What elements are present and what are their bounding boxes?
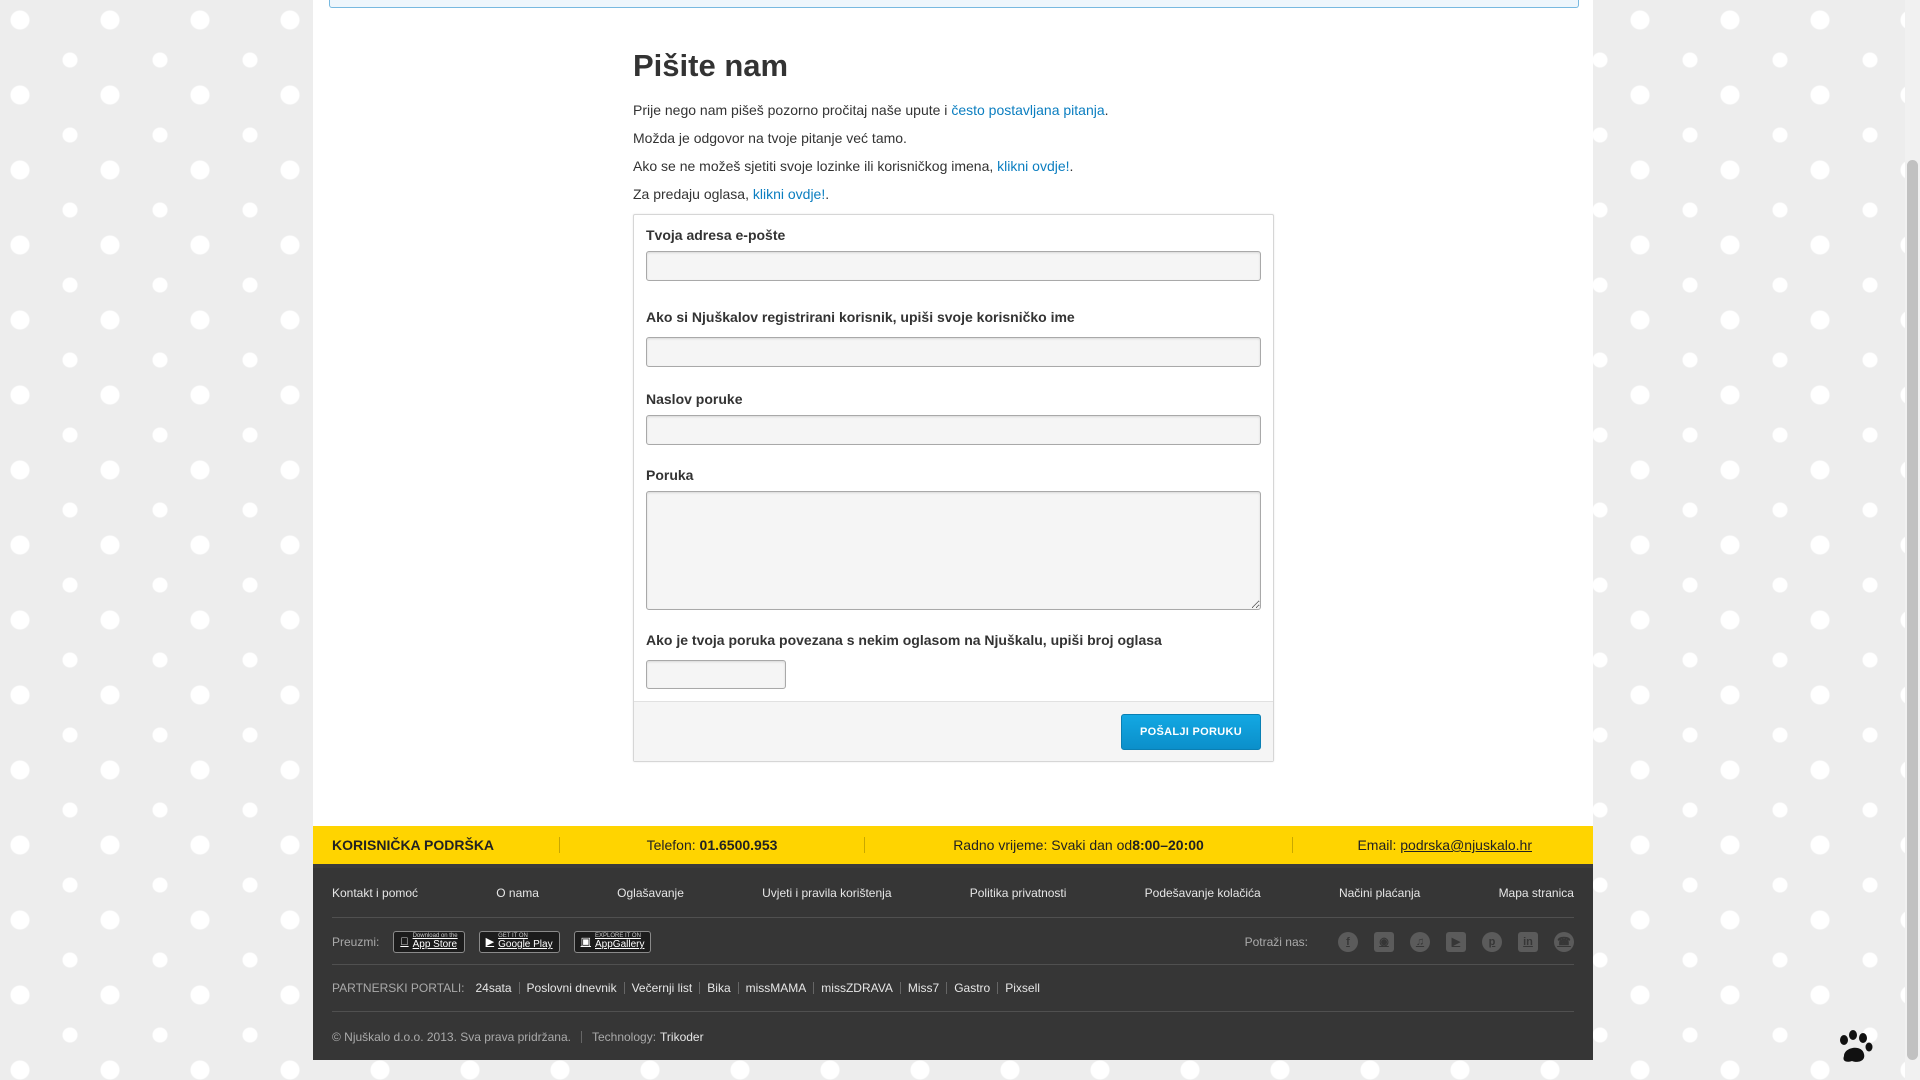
support-email-link[interactable]: podrska@njuskalo.hr	[1400, 837, 1532, 853]
partner-link-bika[interactable]: Bika	[699, 982, 737, 994]
partner-link-24sata[interactable]: 24sata	[468, 982, 518, 994]
technology-link[interactable]: Trikoder	[660, 1030, 704, 1044]
password-recovery-link[interactable]: klikni ovdje!	[997, 158, 1069, 174]
subject-field[interactable]	[646, 415, 1261, 445]
technology-label: Technology:	[591, 1029, 657, 1044]
partner-link-poslovni-dnevnik[interactable]: Poslovni dnevnik	[518, 982, 624, 994]
info-line-password: Ako se ne možeš sjetiti svoje lozinke il…	[633, 158, 1273, 174]
info-text-3: Ako se ne možeš sjetiti svoje lozinke il…	[633, 158, 998, 174]
footer-link-payment[interactable]: Načini plaćanja	[1339, 886, 1420, 900]
form-footer: POŠALJI PORUKU	[634, 701, 1273, 761]
footer-link-cookies[interactable]: Podešavanje kolačića	[1145, 886, 1261, 900]
facebook-icon[interactable]: f	[1338, 931, 1358, 952]
email-contact-label: Email:	[1357, 837, 1397, 853]
viber-icon[interactable]: ☎	[1554, 931, 1574, 952]
partner-link-miss7[interactable]: Miss7	[899, 982, 946, 994]
appgallery-icon: ▣	[572, 936, 591, 948]
username-field[interactable]	[646, 337, 1261, 367]
google-play-badge[interactable]: ▶ GET IT ON Google Play	[478, 930, 560, 953]
contact-form: Tvoja adresa e-pošte Ako si Njuškalov re…	[633, 214, 1274, 762]
support-phone-cell: Telefon: 01.6500.953	[560, 837, 864, 853]
download-label: Preuzmi:	[332, 934, 380, 949]
hours-value: 8:00–20:00	[1132, 837, 1204, 853]
app-store-badge[interactable]:  Download on theApp Store	[393, 930, 465, 953]
appgallery-badge[interactable]: ▣ EXPLORE IT ON AppGallery	[572, 930, 652, 953]
info-text-4-end: .	[825, 186, 830, 202]
send-message-button[interactable]: POŠALJI PORUKU	[1121, 714, 1261, 750]
submit-ad-link[interactable]: klikni ovdje!	[753, 186, 825, 202]
info-text: Prije nego nam pišeš pozorno pročitaj na…	[633, 102, 1273, 202]
email-label: Tvoja adresa e-pošte	[646, 227, 786, 243]
footer-link-terms[interactable]: Uvjeti i pravila korištenja	[762, 886, 891, 900]
footer-link-advertising[interactable]: Oglašavanje	[617, 886, 684, 900]
info-line-faq: Prije nego nam pišeš pozorno pročitaj na…	[633, 102, 1273, 118]
footer: Kontakt i pomoć O nama Oglašavanje Uvjet…	[313, 868, 1593, 1060]
pinterest-icon[interactable]: p	[1482, 931, 1502, 952]
footer-link-contact[interactable]: Kontakt i pomoć	[332, 886, 418, 900]
ad-number-field[interactable]	[646, 660, 786, 689]
footer-link-about[interactable]: O nama	[496, 886, 539, 900]
support-bar: KORISNIČKA PODRŠKA Telefon: 01.6500.953 …	[313, 826, 1593, 868]
phone-value: 01.6500.953	[699, 837, 778, 853]
info-text-1: Prije nego nam pišeš pozorno pročitaj na…	[633, 102, 952, 118]
message-textarea[interactable]	[646, 491, 1261, 610]
partner-link-gastro[interactable]: Gastro	[946, 982, 997, 994]
youtube-icon[interactable]: ▶	[1446, 931, 1466, 952]
ad-number-label: Ako je tvoja poruka povezana s nekim ogl…	[646, 632, 1162, 648]
page-scrollbar[interactable]	[1905, 0, 1920, 1080]
page-title: Pišite nam	[633, 48, 789, 83]
footer-link-sitemap[interactable]: Mapa stranica	[1499, 886, 1574, 900]
message-label: Poruka	[646, 467, 694, 483]
copyright-row: © Njuškalo d.o.o. 2013. Sva prava pridrž…	[332, 1013, 1574, 1060]
partner-portals-row: PARTNERSKI PORTALI: 24sata Poslovni dnev…	[332, 965, 1574, 1012]
social-label: Potraži nas:	[1244, 934, 1308, 949]
partner-link-pixsell[interactable]: Pixsell	[997, 982, 1047, 994]
hours-label: Radno vrijeme: Svaki dan od	[953, 837, 1133, 853]
top-notice-bar	[329, 0, 1579, 8]
email-field[interactable]	[646, 251, 1261, 281]
phone-label: Telefon:	[646, 837, 696, 853]
username-label: Ako si Njuškalov registrirani korisnik, …	[646, 309, 1075, 325]
info-line-ad: Za predaju oglasa, klikni ovdje!.	[633, 186, 1273, 202]
info-text-4: Za predaju oglasa,	[633, 186, 753, 202]
support-title: KORISNIČKA PODRŠKA	[332, 837, 495, 853]
paw-icon[interactable]	[1836, 1030, 1874, 1066]
faq-link[interactable]: često postavljana pitanja	[951, 102, 1104, 118]
download-row: Preuzmi:  Download on theApp Store ▶ GE…	[332, 919, 1574, 965]
partner-link-missmama[interactable]: missMAMA	[737, 982, 814, 994]
linkedin-icon[interactable]: in	[1518, 931, 1538, 952]
google-play-icon: ▶	[486, 935, 494, 948]
support-title-cell: KORISNIČKA PODRŠKA	[313, 837, 559, 853]
copyright-text: © Njuškalo d.o.o. 2013. Sva prava pridrž…	[332, 1029, 571, 1044]
partners-label: PARTNERSKI PORTALI:	[332, 981, 465, 995]
apple-icon: 	[400, 936, 408, 948]
info-line-answer: Možda je odgovor na tvoje pitanje već ta…	[633, 130, 907, 146]
footer-links: Kontakt i pomoć O nama Oglašavanje Uvjet…	[332, 868, 1574, 918]
appgallery-big: AppGallery	[586, 939, 644, 950]
support-hours-cell: Radno vrijeme: Svaki dan od 8:00–20:00	[865, 837, 1292, 853]
footer-link-privacy[interactable]: Politika privatnosti	[970, 886, 1067, 900]
partner-link-misszdrava[interactable]: missZDRAVA	[813, 982, 900, 994]
instagram-icon[interactable]: ◉	[1374, 931, 1394, 952]
contact-content: Pišite nam Prije nego nam pišeš pozorno …	[633, 48, 1274, 762]
partner-link-vecernji-list[interactable]: Večernji list	[623, 982, 700, 994]
support-email-cell: Email: podrska@njuskalo.hr	[1293, 837, 1551, 853]
info-text-1-end: .	[1104, 102, 1109, 118]
social-links: Potraži nas: f ◉ ♫ ▶ p in ☎	[1244, 931, 1574, 952]
main-page: Pišite nam Prije nego nam pišeš pozorno …	[313, 0, 1593, 1060]
scrollbar-thumb[interactable]	[1907, 160, 1918, 1060]
google-play-big: Google Play	[489, 939, 552, 950]
info-text-3-end: .	[1069, 158, 1074, 174]
subject-label: Naslov poruke	[646, 391, 743, 407]
app-store-big: App Store	[404, 939, 457, 950]
tiktok-icon[interactable]: ♫	[1410, 931, 1430, 952]
